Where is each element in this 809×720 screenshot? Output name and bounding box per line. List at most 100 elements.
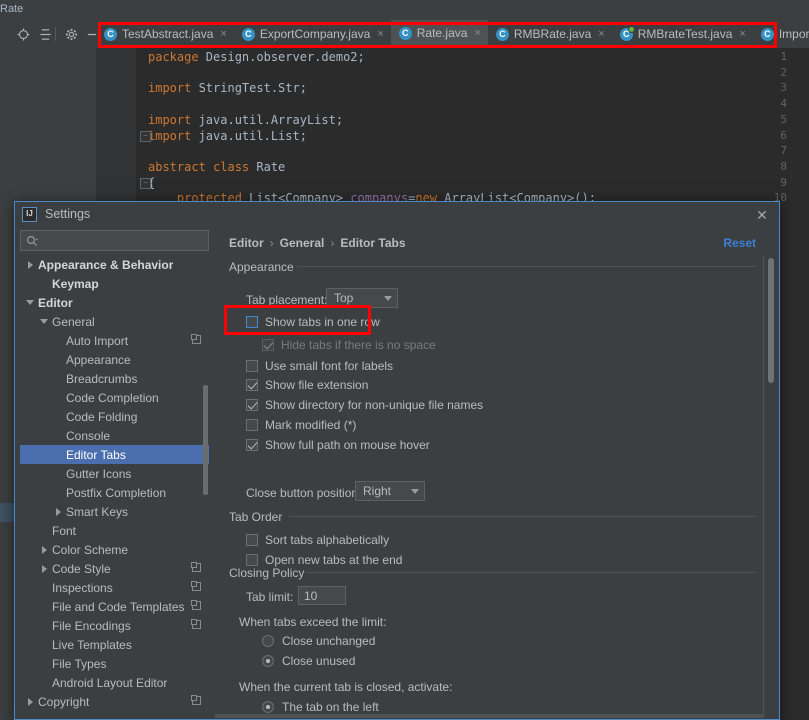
- editor-tab[interactable]: C Rate.java ×: [390, 20, 488, 48]
- tree-item-editor[interactable]: Editor: [20, 293, 209, 312]
- radio-the-tab-on-the-left[interactable]: The tab on the left: [262, 700, 379, 714]
- java-class-icon: C: [495, 27, 509, 41]
- tree-item-smart-keys[interactable]: Smart Keys: [20, 502, 209, 521]
- checkbox-show-directory-for-non-unique-file-names[interactable]: Show directory for non-unique file names: [246, 398, 483, 412]
- tab-limit-label: Tab limit:: [246, 590, 294, 604]
- radio-close-unused[interactable]: Close unused: [262, 654, 355, 668]
- editor-tab[interactable]: C TestAbstract.java ×: [96, 20, 234, 48]
- settings-category-tree[interactable]: Appearance & Behavior Keymap Editor General…: [20, 255, 209, 716]
- chevron-right-icon[interactable]: [40, 545, 49, 554]
- checkbox-use-small-font-for-labels[interactable]: Use small font for labels: [246, 359, 393, 373]
- tree-item-code-folding[interactable]: Code Folding: [20, 407, 209, 426]
- radio-label: Close unchanged: [282, 634, 376, 648]
- checkbox-label: Open new tabs at the end: [265, 553, 403, 567]
- chevron-down-icon[interactable]: [26, 298, 35, 307]
- tab-limit-input[interactable]: 10: [298, 586, 346, 605]
- dialog-title-label: Settings: [45, 207, 91, 221]
- checkbox-sort-tabs-alphabetically[interactable]: Sort tabs alphabetically: [246, 533, 389, 547]
- chevron-right-icon[interactable]: [40, 564, 49, 573]
- tree-item-code-completion[interactable]: Code Completion: [20, 388, 209, 407]
- tree-item-code-style[interactable]: Code Style: [20, 559, 209, 578]
- checkbox-input[interactable]: [246, 399, 258, 411]
- tree-item-label: File Types: [52, 656, 107, 671]
- locate-icon[interactable]: [14, 25, 32, 43]
- tree-item-live-templates[interactable]: Live Templates: [20, 635, 209, 654]
- tab-close-icon[interactable]: ×: [377, 28, 383, 40]
- radio-input[interactable]: [262, 655, 274, 667]
- tree-item-label: Keymap: [52, 276, 99, 291]
- tab-close-icon[interactable]: ×: [220, 28, 226, 40]
- checkbox-input[interactable]: [246, 360, 258, 372]
- chevron-down-icon[interactable]: [40, 317, 49, 326]
- search-input[interactable]: [40, 232, 190, 249]
- tree-item-breadcrumbs[interactable]: Breadcrumbs: [20, 369, 209, 388]
- chevron-right-icon[interactable]: [26, 260, 35, 269]
- tree-item-appearance[interactable]: Appearance: [20, 350, 209, 369]
- checkbox-input[interactable]: [246, 439, 258, 451]
- editor-tab[interactable]: C RMBRate.java ×: [488, 20, 612, 48]
- checkbox-show-full-path-on-mouse-hover[interactable]: Show full path on mouse hover: [246, 438, 430, 452]
- checkbox-open-new-tabs-at-the-end[interactable]: Open new tabs at the end: [246, 553, 402, 567]
- collapse-all-icon[interactable]: [36, 25, 54, 43]
- settings-gear-icon[interactable]: [62, 25, 80, 43]
- chevron-right-icon[interactable]: [54, 507, 63, 516]
- close-button-position-dropdown[interactable]: Right: [355, 481, 425, 501]
- tree-item-gutter-icons[interactable]: Gutter Icons: [20, 464, 209, 483]
- tab-placement-dropdown[interactable]: Top: [326, 288, 398, 308]
- checkbox-input[interactable]: [246, 379, 258, 391]
- radio-close-unchanged[interactable]: Close unchanged: [262, 634, 375, 648]
- tree-item-inspections[interactable]: Inspections: [20, 578, 209, 597]
- code-fold-icon[interactable]: −: [140, 131, 151, 142]
- tree-item-auto-import[interactable]: Auto Import: [20, 331, 209, 350]
- editor-tab[interactable]: C ExportCompany.java ×: [234, 20, 391, 48]
- checkbox-label: Show file extension: [265, 378, 369, 392]
- tree-item-keymap[interactable]: Keymap: [20, 274, 209, 293]
- checkbox-show-file-extension[interactable]: Show file extension: [246, 378, 368, 392]
- tab-close-icon[interactable]: ×: [739, 28, 745, 40]
- checkbox-input[interactable]: [246, 534, 258, 546]
- tree-scrollbar-thumb[interactable]: [203, 385, 208, 495]
- checkbox-input[interactable]: [246, 554, 258, 566]
- tree-item-general[interactable]: General: [20, 312, 209, 331]
- tab-close-icon[interactable]: ×: [598, 28, 604, 40]
- radio-input[interactable]: [262, 701, 274, 713]
- detail-pane-scrollbar-thumb[interactable]: [768, 258, 774, 383]
- detail-pane-hscrollbar[interactable]: [215, 714, 764, 718]
- tree-item-editor-tabs[interactable]: Editor Tabs: [20, 445, 209, 464]
- tree-item-file-types[interactable]: File Types: [20, 654, 209, 673]
- copy-settings-icon: [191, 581, 201, 591]
- tree-item-file-encodings[interactable]: File Encodings: [20, 616, 209, 635]
- checkbox-label: Sort tabs alphabetically: [265, 533, 390, 547]
- close-icon[interactable]: ✕: [754, 207, 770, 223]
- checkbox-input[interactable]: [246, 419, 258, 431]
- tree-item-copyright[interactable]: Copyright: [20, 692, 209, 711]
- tree-item-font[interactable]: Font: [20, 521, 209, 540]
- checkbox-show-tabs-in-one-row[interactable]: Show tabs in one row: [246, 315, 380, 329]
- gutter-line-number: 8: [780, 159, 787, 173]
- reset-link[interactable]: Reset: [723, 236, 756, 250]
- checkbox-input[interactable]: [246, 316, 258, 328]
- editor-tab[interactable]: C RMBrateTest.java ×: [612, 20, 753, 48]
- chevron-right-icon[interactable]: [26, 697, 35, 706]
- checkbox-mark-modified[interactable]: Mark modified (*): [246, 418, 356, 432]
- editor-tab[interactable]: CImportCompany.java×: [753, 20, 809, 48]
- settings-search-box[interactable]: [20, 230, 209, 251]
- tree-item-console[interactable]: Console: [20, 426, 209, 445]
- tree-item-file-and-code-templates[interactable]: File and Code Templates: [20, 597, 209, 616]
- code-fold-icon[interactable]: −: [140, 178, 151, 189]
- tree-item-postfix-completion[interactable]: Postfix Completion: [20, 483, 209, 502]
- tree-item-android-layout-editor[interactable]: Android Layout Editor: [20, 673, 209, 692]
- tree-item-appearance-behavior[interactable]: Appearance & Behavior: [20, 255, 209, 274]
- breadcrumb-item[interactable]: Editor: [229, 236, 264, 250]
- code-line: import java.util.ArrayList;: [148, 112, 344, 127]
- tab-close-icon[interactable]: ×: [474, 27, 480, 39]
- when-tabs-exceed-limit-label: When tabs exceed the limit:: [239, 615, 387, 629]
- breadcrumb-item[interactable]: General: [280, 236, 325, 250]
- tree-item-color-scheme[interactable]: Color Scheme: [20, 540, 209, 559]
- radio-input[interactable]: [262, 635, 274, 647]
